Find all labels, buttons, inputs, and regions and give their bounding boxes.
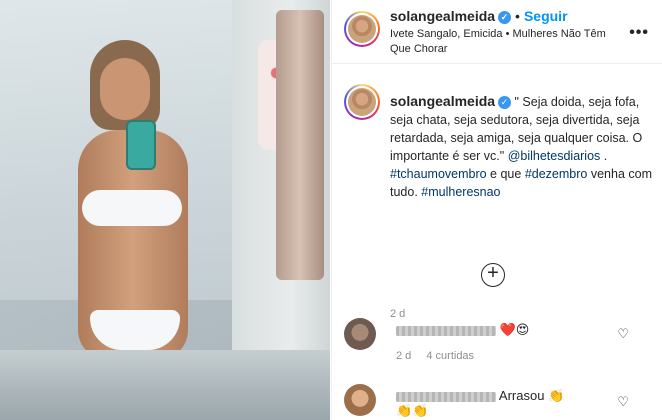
commenter-avatar[interactable] <box>344 384 376 416</box>
heart-icon[interactable]: ♡ <box>617 326 629 342</box>
post-side-panel: solangealmeida ✓ • Seguir Ivete Sangalo, Em… <box>331 0 662 420</box>
photo-sink-shelf <box>0 350 330 420</box>
hashtag-link[interactable]: #dezembro <box>525 167 588 181</box>
redacted-username <box>396 391 496 402</box>
caption-timestamp: 2 d <box>390 308 406 320</box>
redacted-username <box>396 325 496 336</box>
comment-meta: 2 d 4 curtidas <box>396 350 486 362</box>
photo-towel <box>276 10 324 280</box>
post-photo[interactable] <box>0 0 330 420</box>
photo-person <box>60 40 210 360</box>
follow-button[interactable]: Seguir <box>524 8 568 24</box>
caption-username[interactable]: solangealmeida <box>390 93 495 109</box>
comment-body: Arrasou <box>498 388 545 403</box>
caption-text-mid: e que <box>486 167 525 181</box>
comment-text: Arrasou 👏 <box>396 388 564 404</box>
load-more-comments-icon[interactable]: + <box>481 263 505 287</box>
comment-likes-count[interactable]: 4 curtidas <box>426 350 474 362</box>
verified-badge-icon: ✓ <box>498 10 512 24</box>
author-username[interactable]: solangealmeida <box>390 8 495 24</box>
photo-bikini-top <box>82 190 182 226</box>
caption-text: solangealmeida ✓ " Seja doida, seja fofa,… <box>390 92 652 201</box>
post-header: solangealmeida ✓ • Seguir Ivete Sangalo, Em… <box>332 0 662 64</box>
caption-text-after-mention: . <box>600 149 608 163</box>
clap-emojis: 👏👏 <box>396 404 429 419</box>
comment-text: ❤️😍 <box>396 322 529 338</box>
photo-bikini-bottom <box>90 310 180 350</box>
caption-verified-badge-icon: ✓ <box>498 96 512 110</box>
clap-emoji: 👏 <box>548 389 565 404</box>
audio-label[interactable]: Ivete Sangalo, Emicida • Mulheres Não Tê… <box>390 27 620 57</box>
separator-dot: • <box>515 8 520 24</box>
more-options-icon[interactable]: ••• <box>629 24 649 42</box>
heart-icon[interactable]: ♡ <box>617 394 629 410</box>
hashtag-link[interactable]: #mulheresnao <box>421 185 500 199</box>
caption-mention-link[interactable]: @bilhetesdiarios <box>508 149 601 163</box>
author-avatar[interactable] <box>344 11 380 47</box>
author-line: solangealmeida ✓ • Seguir <box>390 8 568 24</box>
photo-phone <box>126 120 156 170</box>
caption-author-avatar[interactable] <box>344 84 380 120</box>
photo-face <box>100 58 150 120</box>
comment-timestamp: 2 d <box>396 350 412 362</box>
hashtag-link[interactable]: #tchaumovembro <box>390 167 487 181</box>
comment-emojis: ❤️😍 <box>499 323 530 338</box>
commenter-avatar[interactable] <box>344 318 376 350</box>
